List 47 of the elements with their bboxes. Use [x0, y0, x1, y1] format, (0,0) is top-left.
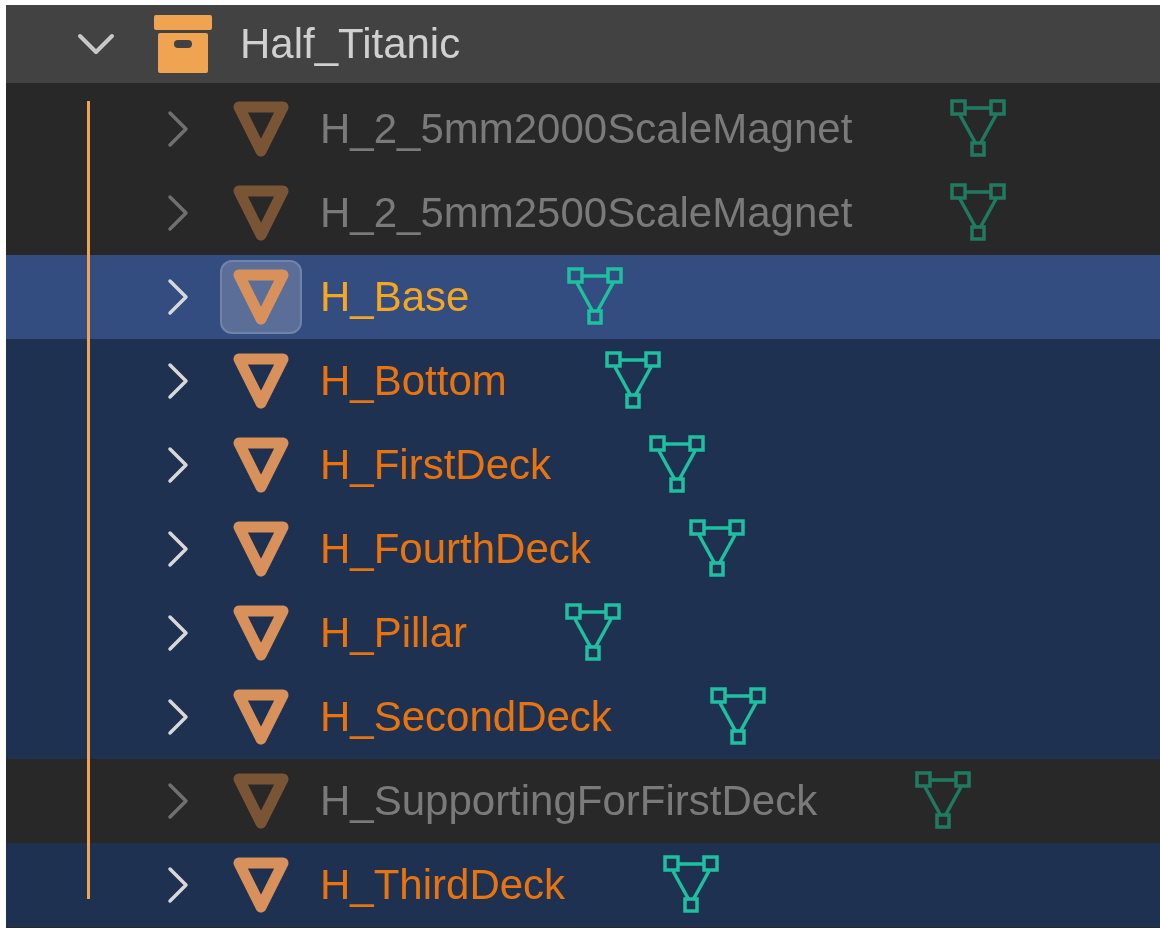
mesh-data-icon[interactable] — [565, 266, 626, 328]
mesh-data-icon[interactable] — [686, 518, 747, 580]
triangle-icon — [231, 435, 291, 495]
object-row[interactable]: H_FourthDeck — [6, 507, 1160, 591]
mesh-data-icon[interactable] — [602, 350, 663, 412]
mesh-data-icon[interactable] — [948, 98, 1009, 160]
box-icon — [154, 15, 212, 73]
mesh-data-icon[interactable] — [913, 770, 974, 832]
mesh-data-icon[interactable] — [661, 854, 722, 916]
triangle-icon — [231, 519, 291, 579]
object-name: H_FourthDeck — [320, 525, 591, 573]
object-name: H_SecondDeck — [320, 693, 612, 741]
mesh-data-icon[interactable] — [707, 686, 768, 748]
object-row[interactable]: H_FirstDeck — [6, 423, 1160, 507]
chevron-right-icon[interactable] — [166, 361, 190, 401]
object-row[interactable]: H_SecondDeck — [6, 675, 1160, 759]
object-row[interactable]: H_Base — [6, 255, 1160, 339]
object-name: H_Bottom — [320, 357, 507, 405]
object-name: H_SupportingForFirstDeck — [320, 777, 818, 825]
triangle-icon — [231, 267, 291, 327]
object-name: H_ThirdDeck — [320, 861, 566, 909]
chevron-right-icon[interactable] — [166, 529, 190, 569]
mesh-data-icon[interactable] — [563, 602, 624, 664]
object-name: H_Base — [320, 273, 470, 321]
mesh-data-icon[interactable] — [948, 182, 1009, 244]
triangle-icon — [231, 99, 291, 159]
collection-row[interactable]: Half_Titanic — [6, 5, 1160, 83]
chevron-right-icon[interactable] — [166, 865, 190, 905]
object-name: H_Pillar — [320, 609, 468, 657]
collection-name: Half_Titanic — [240, 20, 461, 68]
triangle-icon — [231, 351, 291, 411]
chevron-right-icon[interactable] — [166, 445, 190, 485]
object-row[interactable]: H_Pillar — [6, 591, 1160, 675]
object-name: H_2_5mm2500ScaleMagnet — [320, 189, 853, 237]
object-name: H_FirstDeck — [320, 441, 552, 489]
triangle-icon — [231, 771, 291, 831]
chevron-right-icon[interactable] — [166, 277, 190, 317]
object-row[interactable]: H_Bottom — [6, 339, 1160, 423]
chevron-right-icon[interactable] — [166, 697, 190, 737]
triangle-icon — [231, 183, 291, 243]
mesh-data-icon[interactable] — [647, 434, 708, 496]
object-name: H_2_5mm2000ScaleMagnet — [320, 105, 853, 153]
object-row[interactable]: H_ThirdDeck — [6, 843, 1160, 927]
triangle-icon — [231, 855, 291, 915]
chevron-right-icon[interactable] — [166, 613, 190, 653]
triangle-icon — [231, 603, 291, 663]
triangle-icon — [231, 687, 291, 747]
